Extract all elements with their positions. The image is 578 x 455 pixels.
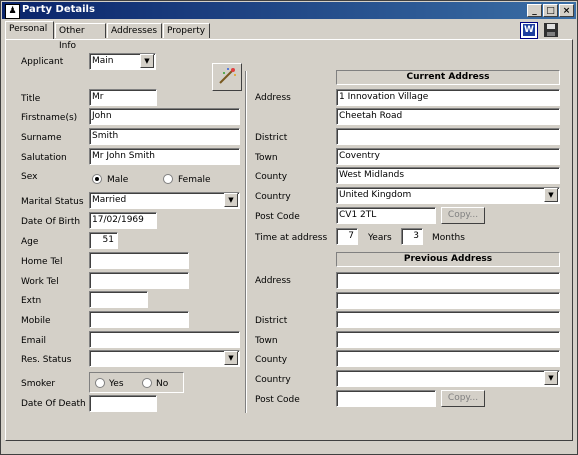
salutation-field[interactable]: Mr John Smith <box>89 148 240 165</box>
extn-label: Extn <box>21 296 42 306</box>
dod-label: Date Of Death <box>21 399 86 409</box>
work-tel-label: Work Tel <box>21 277 59 287</box>
smoker-no-radio[interactable] <box>142 378 152 388</box>
res-status-label: Res. Status <box>21 355 72 365</box>
current-address-header: Current Address <box>336 70 560 85</box>
months-field[interactable]: 3 <box>401 228 423 245</box>
current-copy-button[interactable]: Copy... <box>441 207 485 224</box>
years-field[interactable]: 7 <box>336 228 358 245</box>
tab-other-info[interactable]: Other Info <box>55 23 106 51</box>
previous-copy-button[interactable]: Copy... <box>441 390 485 407</box>
mobile-label: Mobile <box>21 316 51 326</box>
surname-field[interactable]: Smith <box>89 128 240 145</box>
app-icon: ♟ <box>5 4 20 19</box>
time-at-address-label: Time at address <box>255 233 328 243</box>
maximize-button[interactable]: □ <box>543 4 558 17</box>
years-label: Years <box>368 233 392 243</box>
months-label: Months <box>432 233 465 243</box>
current-county-label: County <box>255 172 288 182</box>
chevron-down-icon[interactable]: ▼ <box>140 54 154 68</box>
previous-town-label: Town <box>255 336 278 346</box>
sex-female-radio[interactable] <box>163 174 173 184</box>
age-field[interactable]: 51 <box>89 232 118 249</box>
previous-address-line2[interactable] <box>336 292 560 309</box>
sex-label: Sex <box>21 172 38 182</box>
tab-property[interactable]: Property <box>163 23 210 38</box>
close-button[interactable]: × <box>559 4 574 17</box>
previous-district-label: District <box>255 316 288 326</box>
email-field[interactable] <box>89 331 240 348</box>
chevron-down-icon[interactable]: ▼ <box>544 188 558 202</box>
title-label: Title <box>21 94 41 104</box>
dob-field[interactable]: 17/02/1969 <box>89 212 157 229</box>
current-county-field[interactable]: West Midlands <box>336 167 560 184</box>
dod-field[interactable] <box>89 395 157 412</box>
title-field[interactable]: Mr <box>89 89 157 106</box>
marital-status-label: Marital Status <box>21 197 84 207</box>
word-button[interactable]: W <box>520 22 538 39</box>
previous-county-label: County <box>255 355 288 365</box>
sex-female-label: Female <box>178 175 211 185</box>
age-label: Age <box>21 237 39 247</box>
party-details-window: ♟ Party Details _ □ × Personal Other Inf… <box>0 0 578 455</box>
smoker-label: Smoker <box>21 379 56 389</box>
smoker-yes-radio[interactable] <box>95 378 105 388</box>
magic-wand-icon <box>219 68 236 84</box>
current-town-label: Town <box>255 153 278 163</box>
current-district-field[interactable] <box>336 128 560 145</box>
floppy-save-icon <box>544 23 558 37</box>
previous-address-line1[interactable] <box>336 272 560 289</box>
chevron-down-icon[interactable]: ▼ <box>544 371 558 385</box>
firstnames-field[interactable]: John <box>89 108 240 125</box>
extn-field[interactable] <box>89 291 148 308</box>
dob-label: Date Of Birth <box>21 217 81 227</box>
surname-label: Surname <box>21 133 62 143</box>
current-country-label: Country <box>255 192 291 202</box>
smoker-yes-label: Yes <box>109 379 124 389</box>
wand-button[interactable] <box>212 63 242 91</box>
smoker-no-label: No <box>156 379 169 389</box>
previous-country-label: Country <box>255 375 291 385</box>
marital-status-select[interactable]: Married <box>89 192 240 209</box>
previous-postcode-field[interactable] <box>336 390 436 407</box>
applicant-label: Applicant <box>21 57 64 67</box>
column-separator <box>245 71 247 413</box>
tab-addresses[interactable]: Addresses <box>107 23 162 38</box>
current-address-line2[interactable]: Cheetah Road <box>336 108 560 125</box>
current-address-label: Address <box>255 93 291 103</box>
current-district-label: District <box>255 133 288 143</box>
firstnames-label: Firstname(s) <box>21 113 78 123</box>
previous-town-field[interactable] <box>336 331 560 348</box>
home-tel-field[interactable] <box>89 252 189 269</box>
previous-address-label: Address <box>255 276 291 286</box>
sex-male-label: Male <box>107 175 129 185</box>
home-tel-label: Home Tel <box>21 257 63 267</box>
previous-country-select[interactable] <box>336 370 560 387</box>
previous-district-field[interactable] <box>336 311 560 328</box>
email-label: Email <box>21 336 46 346</box>
current-country-select[interactable]: United Kingdom <box>336 187 560 204</box>
word-icon: W <box>523 24 535 36</box>
current-town-field[interactable]: Coventry <box>336 148 560 165</box>
mobile-field[interactable] <box>89 311 189 328</box>
current-postcode-label: Post Code <box>255 212 300 222</box>
salutation-label: Salutation <box>21 153 67 163</box>
current-address-line1[interactable]: 1 Innovation Village <box>336 89 560 106</box>
current-postcode-field[interactable]: CV1 2TL <box>336 207 436 224</box>
previous-postcode-label: Post Code <box>255 395 300 405</box>
previous-address-header: Previous Address <box>336 252 560 267</box>
chevron-down-icon[interactable]: ▼ <box>224 193 238 207</box>
title-bar[interactable]: ♟ Party Details _ □ × <box>2 2 576 19</box>
save-button[interactable] <box>542 22 560 39</box>
window-title: Party Details <box>22 4 95 15</box>
work-tel-field[interactable] <box>89 272 189 289</box>
chevron-down-icon[interactable]: ▼ <box>224 351 238 365</box>
tab-personal[interactable]: Personal <box>5 21 54 39</box>
res-status-select[interactable] <box>89 350 240 367</box>
sex-male-radio[interactable] <box>92 174 102 184</box>
minimize-button[interactable]: _ <box>527 4 542 17</box>
previous-county-field[interactable] <box>336 350 560 367</box>
